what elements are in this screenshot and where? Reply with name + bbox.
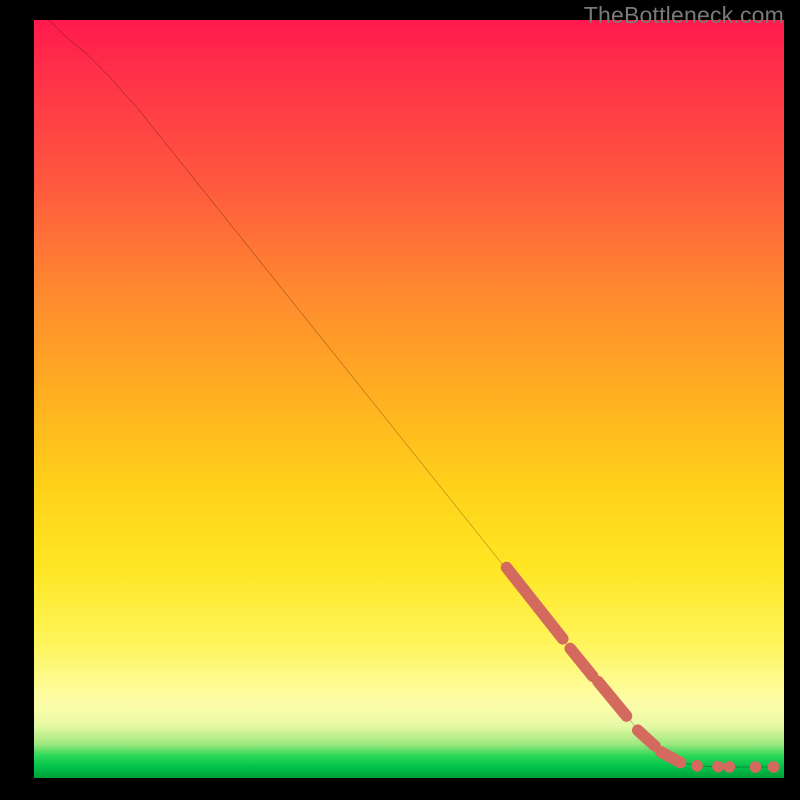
highlight-segment: [661, 752, 681, 763]
highlight-segment: [598, 682, 627, 717]
highlight-dot: [768, 761, 780, 773]
chart-stage: TheBottleneck.com: [0, 0, 800, 800]
plot-area: [34, 20, 784, 778]
highlight-dot: [723, 761, 735, 773]
highlight-dot: [712, 761, 724, 773]
highlight-dot: [750, 761, 762, 773]
highlight-dot: [691, 760, 703, 772]
chart-svg: [34, 20, 784, 770]
watermark-text: TheBottleneck.com: [584, 2, 784, 29]
highlight-segment: [570, 649, 593, 677]
highlight-segment: [638, 730, 655, 746]
highlight-segment: [507, 568, 563, 639]
bottleneck-curve: [49, 20, 777, 767]
